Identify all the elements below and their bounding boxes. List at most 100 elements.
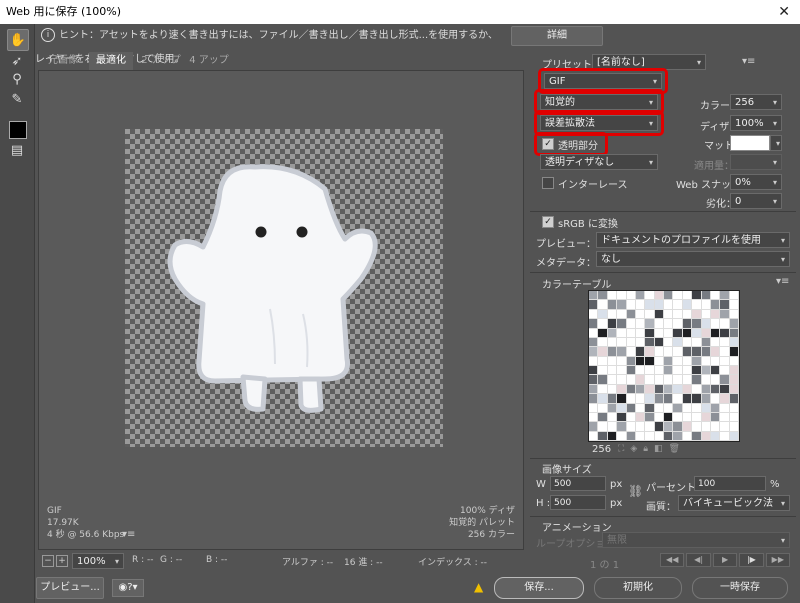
color-table-swatch[interactable]: [617, 328, 626, 337]
color-table-swatch[interactable]: [682, 356, 692, 365]
color-table-swatch[interactable]: [720, 412, 729, 422]
color-table-swatch[interactable]: [607, 356, 617, 365]
color-table-swatch[interactable]: [617, 309, 626, 319]
color-table-swatch[interactable]: [682, 403, 692, 412]
color-table-swatch[interactable]: [607, 422, 617, 431]
color-table-swatch[interactable]: [701, 347, 710, 356]
color-table-swatch[interactable]: [607, 431, 617, 440]
color-table-swatch[interactable]: [607, 337, 617, 347]
preview-canvas[interactable]: GIF 17.97K 4 秒 @ 56.6 Kbps ▾≡ 100% ディザ 知…: [38, 70, 524, 550]
color-table-swatch[interactable]: [607, 384, 617, 394]
color-table-swatch[interactable]: [589, 384, 598, 394]
color-table-swatch[interactable]: [645, 319, 654, 328]
color-table-swatch[interactable]: [701, 422, 710, 431]
color-table-swatch[interactable]: [664, 412, 673, 422]
color-table-swatch[interactable]: [654, 347, 663, 356]
color-table-swatch[interactable]: [589, 403, 598, 412]
color-table-swatch[interactable]: [635, 422, 645, 431]
color-table-swatch[interactable]: [617, 394, 626, 403]
color-table-swatch[interactable]: [607, 309, 617, 319]
color-table-swatch[interactable]: [626, 403, 635, 412]
color-table-swatch[interactable]: [626, 309, 635, 319]
color-table-swatch[interactable]: [626, 366, 635, 375]
color-table-swatch[interactable]: [673, 422, 682, 431]
color-table-swatch[interactable]: [598, 403, 607, 412]
color-table-swatch[interactable]: [607, 328, 617, 337]
color-table-swatch[interactable]: [664, 431, 673, 440]
color-table-swatch[interactable]: [626, 347, 635, 356]
color-table-swatch[interactable]: [710, 394, 720, 403]
color-table-swatch[interactable]: [645, 394, 654, 403]
color-table-swatch[interactable]: [654, 337, 663, 347]
preview-button[interactable]: プレビュー...: [36, 577, 104, 599]
color-table-swatch[interactable]: [682, 319, 692, 328]
color-table-swatch[interactable]: [654, 319, 663, 328]
color-table-swatch[interactable]: [729, 431, 738, 440]
trash-icon[interactable]: 🗑︎: [669, 444, 686, 454]
color-table-swatch[interactable]: [673, 394, 682, 403]
hand-tool-icon[interactable]: ✋: [7, 29, 29, 51]
link-constrain-icon[interactable]: ⛓︎: [628, 484, 643, 498]
color-table-swatch[interactable]: [682, 366, 692, 375]
srgb-checkbox[interactable]: ✓: [542, 216, 554, 228]
color-table-swatch[interactable]: [710, 356, 720, 365]
color-table-swatch[interactable]: [645, 300, 654, 309]
color-table-swatch[interactable]: [710, 300, 720, 309]
color-table-swatch[interactable]: [645, 412, 654, 422]
color-table-swatch[interactable]: [654, 366, 663, 375]
color-table-swatch[interactable]: [664, 375, 673, 384]
color-table-swatch[interactable]: [654, 300, 663, 309]
color-table-swatch[interactable]: [664, 300, 673, 309]
color-table-swatch[interactable]: [701, 337, 710, 347]
color-table-swatch[interactable]: [673, 375, 682, 384]
color-table-swatch[interactable]: [692, 337, 701, 347]
color-table-swatch[interactable]: [645, 384, 654, 394]
color-table-swatch[interactable]: [720, 403, 729, 412]
color-table-swatch[interactable]: [635, 366, 645, 375]
color-table-swatch[interactable]: [664, 366, 673, 375]
last-frame-icon[interactable]: ▶▶: [765, 553, 791, 567]
color-table-swatch[interactable]: [589, 375, 598, 384]
browser-select-icon[interactable]: ◉?▾: [112, 579, 144, 597]
color-table-swatch[interactable]: [598, 337, 607, 347]
color-table-swatch[interactable]: [589, 394, 598, 403]
color-table-swatch[interactable]: [598, 394, 607, 403]
color-table-swatch[interactable]: [645, 375, 654, 384]
color-table-swatch[interactable]: [682, 300, 692, 309]
color-table-swatch[interactable]: [720, 319, 729, 328]
eyedropper-color-swatch[interactable]: [9, 121, 27, 139]
color-table-swatch[interactable]: [720, 337, 729, 347]
color-table-swatch[interactable]: [617, 375, 626, 384]
color-table-swatch[interactable]: [635, 403, 645, 412]
color-table-menu-icon[interactable]: ▾≡: [776, 276, 789, 287]
color-table-swatch[interactable]: [617, 422, 626, 431]
close-icon[interactable]: ✕: [778, 4, 790, 20]
dither-amount-select[interactable]: 100% ▾: [730, 115, 782, 131]
color-table-swatch[interactable]: [720, 375, 729, 384]
color-table-swatch[interactable]: [645, 431, 654, 440]
color-table-swatch[interactable]: [654, 309, 663, 319]
color-table-swatch[interactable]: [682, 328, 692, 337]
color-table-swatch[interactable]: [617, 412, 626, 422]
color-table-swatch[interactable]: [654, 375, 663, 384]
color-table-swatch[interactable]: [710, 431, 720, 440]
color-table-swatch[interactable]: [626, 394, 635, 403]
color-table-swatch[interactable]: [617, 347, 626, 356]
color-table-swatch[interactable]: [682, 384, 692, 394]
color-table-swatch[interactable]: [682, 337, 692, 347]
interlace-checkbox[interactable]: [542, 177, 554, 189]
color-table-swatch[interactable]: [729, 412, 738, 422]
color-table-swatch[interactable]: [589, 347, 598, 356]
color-table-swatch[interactable]: [635, 309, 645, 319]
optimize-menu-icon[interactable]: ▾≡: [742, 56, 755, 67]
web-shift-icon[interactable]: ⛶: [618, 444, 630, 454]
color-table-swatch[interactable]: [720, 384, 729, 394]
color-table-swatch[interactable]: [673, 412, 682, 422]
color-table-swatch[interactable]: [626, 337, 635, 347]
color-table-swatch[interactable]: [673, 309, 682, 319]
play-icon[interactable]: ▶: [712, 553, 738, 567]
color-table-swatch[interactable]: [664, 309, 673, 319]
color-table-swatch[interactable]: [617, 403, 626, 412]
color-table-swatch[interactable]: [701, 309, 710, 319]
color-table-swatch[interactable]: [607, 319, 617, 328]
